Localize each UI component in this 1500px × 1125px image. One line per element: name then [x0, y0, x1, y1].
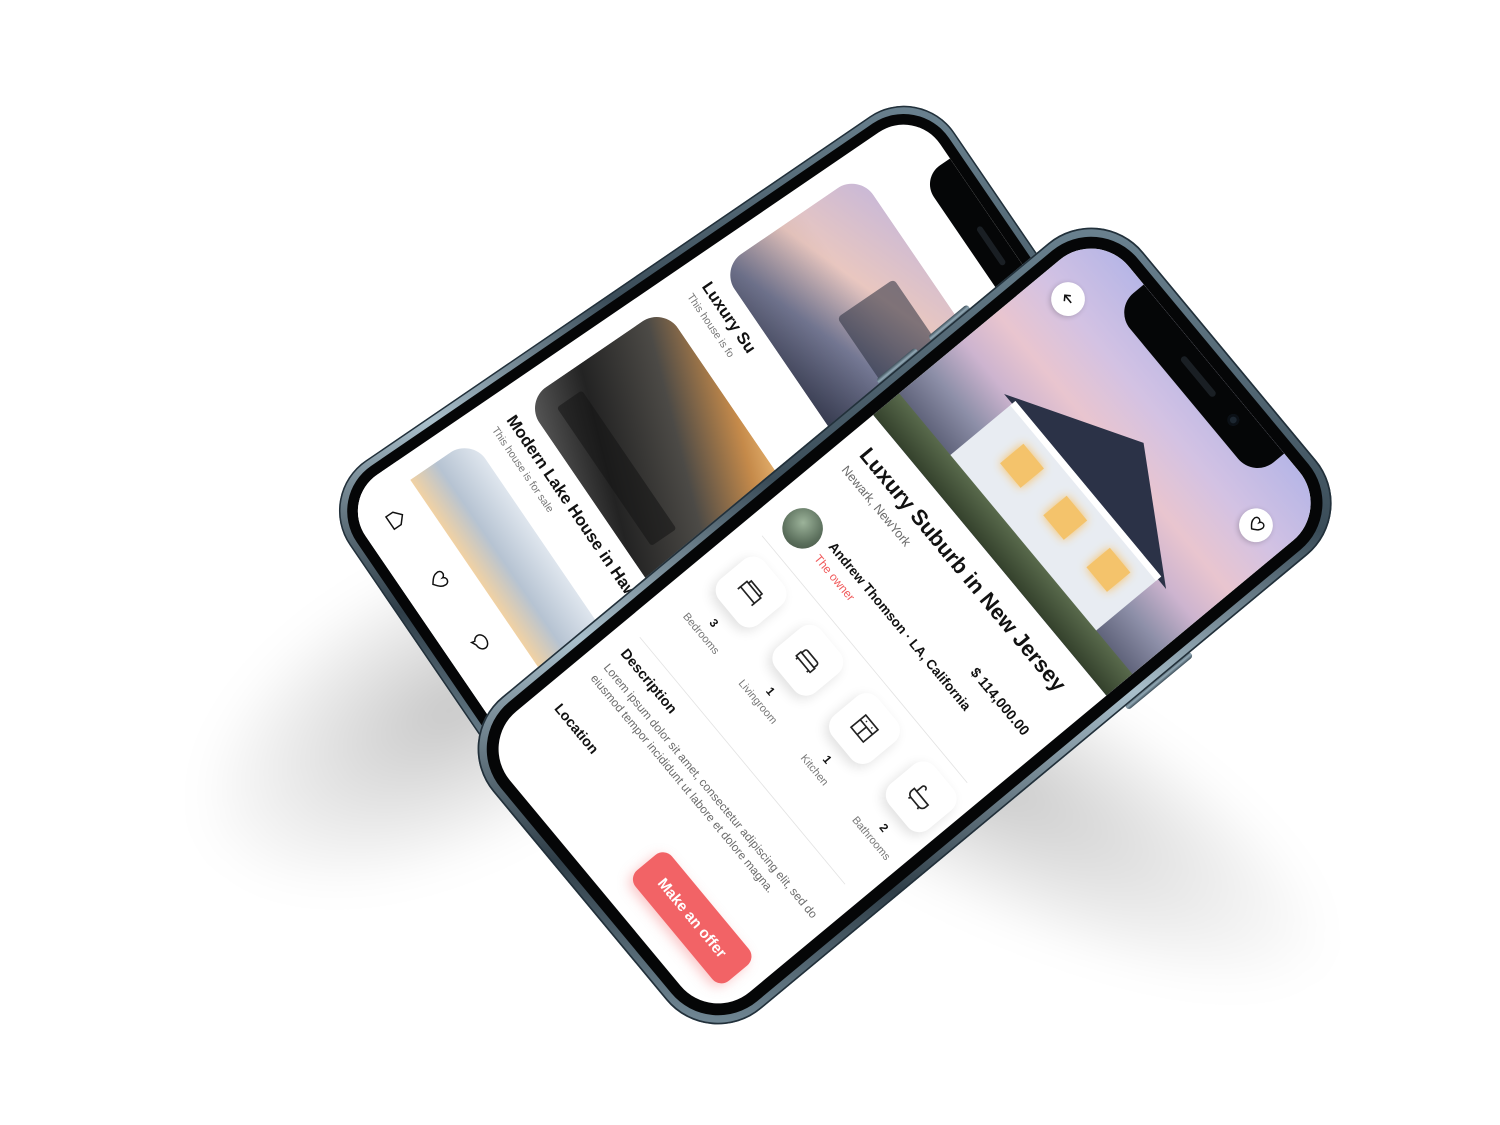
mockup-stage: Luxury Su This house is fo Modern Lake H…	[0, 0, 1500, 1125]
home-icon[interactable]	[375, 498, 417, 540]
heart-icon[interactable]	[417, 559, 459, 601]
location-title: Location	[551, 700, 602, 757]
avatar	[774, 499, 832, 557]
chat-icon[interactable]	[459, 621, 501, 663]
